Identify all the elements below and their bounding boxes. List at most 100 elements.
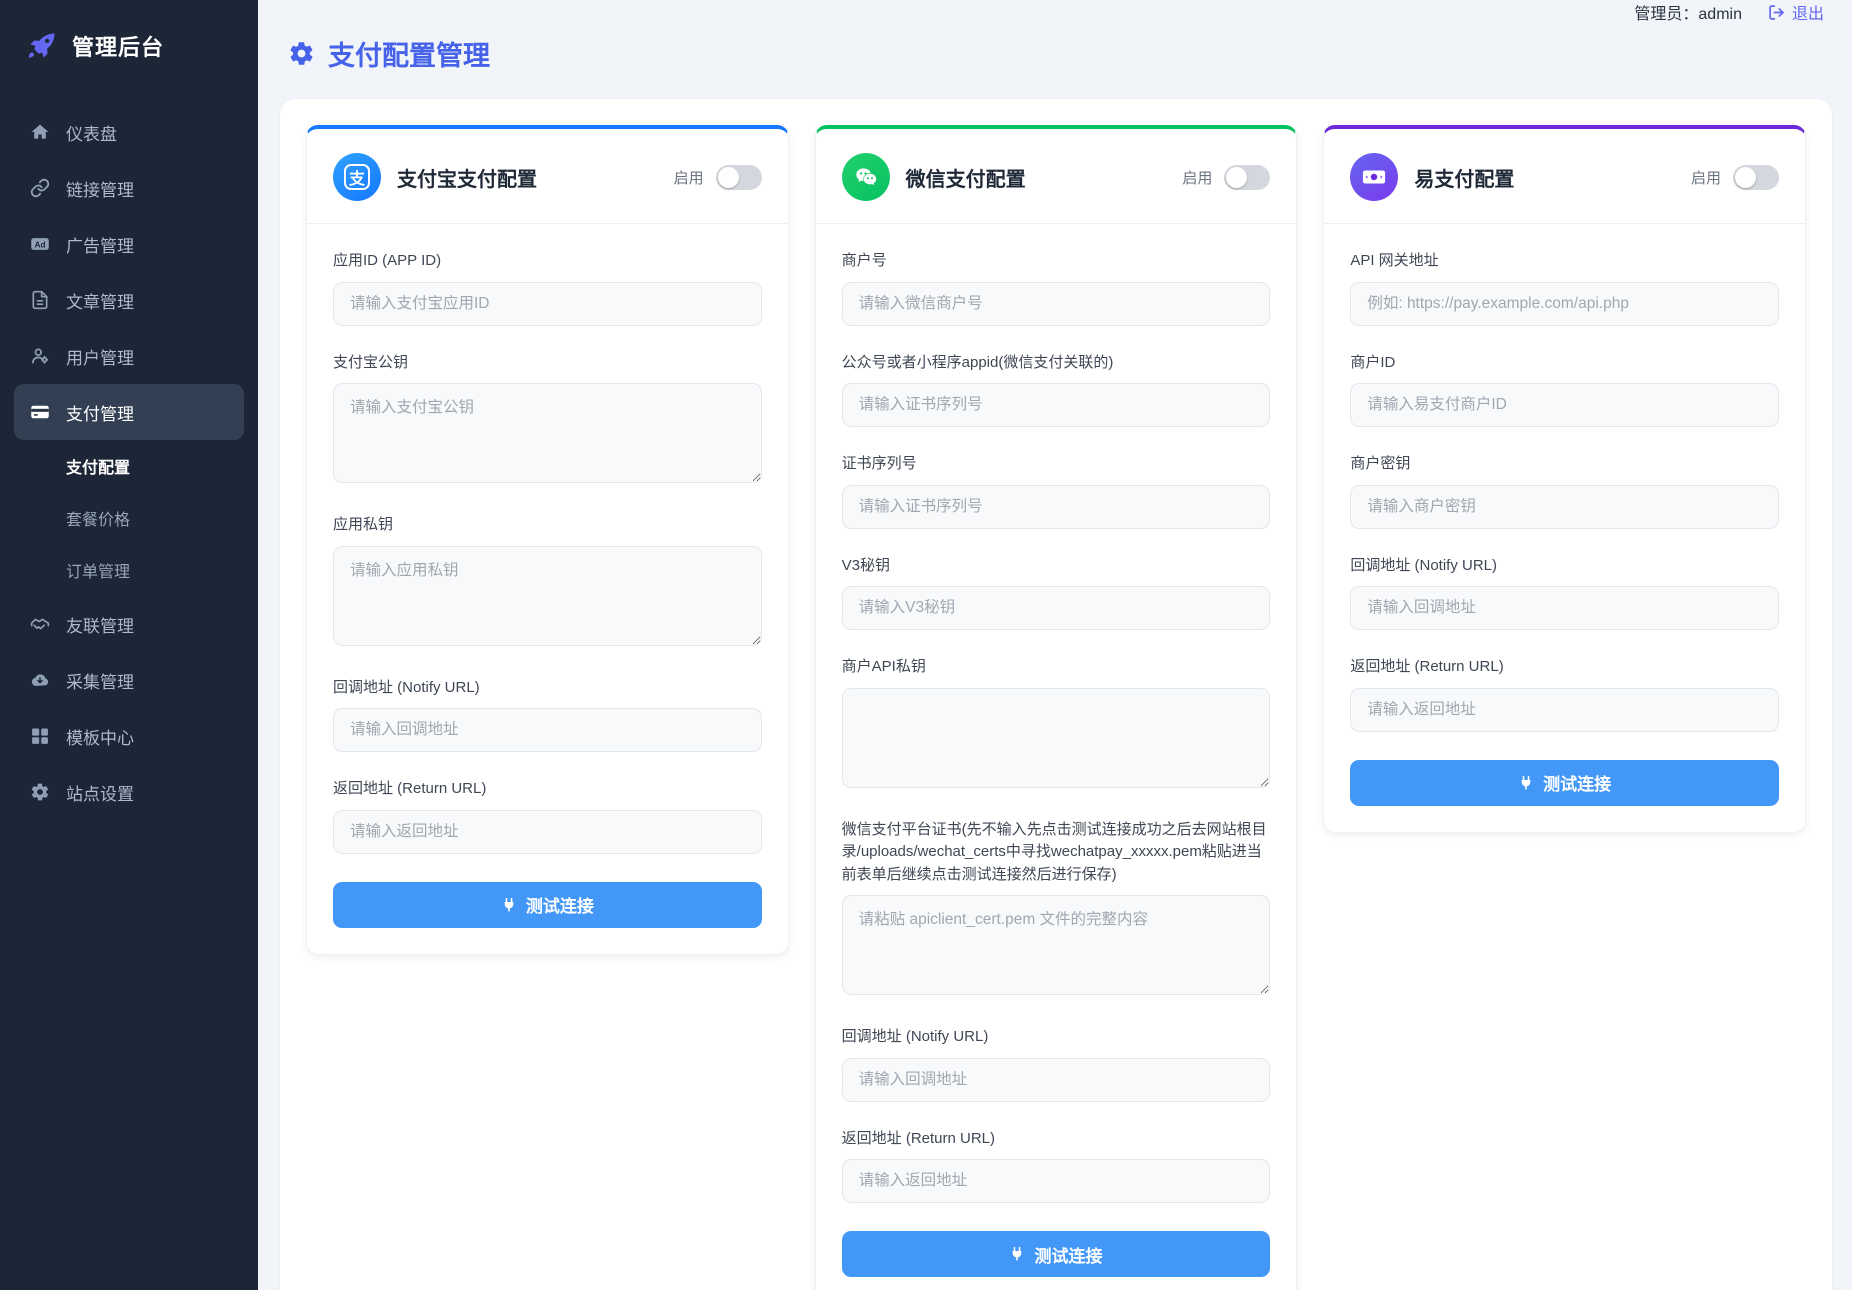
sidebar-item[interactable]: 文章管理 bbox=[14, 272, 244, 328]
form-group: 应用ID (APP ID) bbox=[333, 250, 762, 326]
field-input[interactable] bbox=[1350, 485, 1779, 529]
card-title: 支付宝支付配置 bbox=[397, 163, 658, 192]
field-input[interactable] bbox=[333, 810, 762, 854]
sidebar-item-label: 采集管理 bbox=[66, 668, 134, 693]
field-label: 返回地址 (Return URL) bbox=[842, 1128, 1271, 1151]
field-label: 微信支付平台证书(先不输入先点击测试连接成功之后去网站根目录/uploads/w… bbox=[842, 819, 1271, 887]
sidebar-item-label: 仪表盘 bbox=[66, 120, 117, 145]
field-textarea[interactable] bbox=[842, 688, 1271, 788]
field-textarea[interactable] bbox=[333, 383, 762, 483]
article-icon bbox=[30, 290, 50, 310]
sidebar-item[interactable]: 支付管理 bbox=[14, 384, 244, 440]
field-input[interactable] bbox=[333, 708, 762, 752]
rocket-logo-icon bbox=[26, 30, 58, 62]
sidebar-subitem[interactable]: 订单管理 bbox=[0, 544, 258, 596]
form-group: 应用私钥 bbox=[333, 514, 762, 651]
form-group: API 网关地址 bbox=[1350, 250, 1779, 326]
card-title: 易支付配置 bbox=[1414, 163, 1675, 192]
gear-icon bbox=[30, 782, 50, 802]
field-label: 回调地址 (Notify URL) bbox=[842, 1026, 1271, 1049]
test-connection-button[interactable]: 测试连接 bbox=[1350, 760, 1779, 806]
form-group: 回调地址 (Notify URL) bbox=[333, 677, 762, 753]
form-group: 证书序列号 bbox=[842, 453, 1271, 529]
logout-icon bbox=[1768, 4, 1785, 21]
handshake-icon bbox=[30, 614, 50, 634]
sidebar-item-label: 用户管理 bbox=[66, 344, 134, 369]
field-label: 回调地址 (Notify URL) bbox=[333, 677, 762, 700]
sidebar-item[interactable]: 友联管理 bbox=[14, 596, 244, 652]
field-label: 商户ID bbox=[1350, 352, 1779, 375]
card-body: 应用ID (APP ID)支付宝公钥应用私钥回调地址 (Notify URL)返… bbox=[307, 224, 788, 954]
sidebar-subitem[interactable]: 套餐价格 bbox=[0, 492, 258, 544]
sidebar-item-label: 文章管理 bbox=[66, 288, 134, 313]
field-input[interactable] bbox=[842, 1159, 1271, 1203]
sidebar-item[interactable]: 采集管理 bbox=[14, 652, 244, 708]
field-label: 公众号或者小程序appid(微信支付关联的) bbox=[842, 352, 1271, 375]
field-input[interactable] bbox=[1350, 383, 1779, 427]
field-textarea[interactable] bbox=[333, 546, 762, 646]
logout-label: 退出 bbox=[1792, 0, 1824, 24]
card-header: 易支付配置启用 bbox=[1324, 129, 1805, 224]
topbar: 管理员：admin 退出 bbox=[258, 0, 1852, 24]
enable-toggle[interactable] bbox=[716, 165, 762, 190]
test-connection-button[interactable]: 测试连接 bbox=[333, 882, 762, 928]
field-input[interactable] bbox=[842, 485, 1271, 529]
sidebar-item[interactable]: 站点设置 bbox=[14, 764, 244, 820]
sidebar-item-label: 模板中心 bbox=[66, 724, 134, 749]
form-group: 商户号 bbox=[842, 250, 1271, 326]
card-header: 支支付宝支付配置启用 bbox=[307, 129, 788, 224]
sidebar: 管理后台 仪表盘链接管理Ad广告管理文章管理用户管理支付管理支付配置套餐价格订单… bbox=[0, 0, 258, 1290]
form-group: 公众号或者小程序appid(微信支付关联的) bbox=[842, 352, 1271, 428]
form-group: 回调地址 (Notify URL) bbox=[1350, 555, 1779, 631]
enable-control: 启用 bbox=[1691, 165, 1779, 190]
field-label: API 网关地址 bbox=[1350, 250, 1779, 273]
form-group: 商户API私钥 bbox=[842, 656, 1271, 793]
sidebar-item-label: 友联管理 bbox=[66, 612, 134, 637]
cloud-icon bbox=[30, 670, 50, 690]
field-input[interactable] bbox=[842, 282, 1271, 326]
field-label: V3秘钥 bbox=[842, 555, 1271, 578]
sidebar-item-label: 站点设置 bbox=[66, 780, 134, 805]
alipay-card: 支支付宝支付配置启用应用ID (APP ID) 支付宝公钥应用私钥回调地址 (No… bbox=[306, 125, 789, 955]
brand: 管理后台 bbox=[0, 0, 258, 88]
field-textarea[interactable] bbox=[842, 895, 1271, 995]
field-input[interactable] bbox=[842, 383, 1271, 427]
wechat-card: 微信支付配置启用商户号公众号或者小程序appid(微信支付关联的)证书序列号V3… bbox=[815, 125, 1298, 1290]
sidebar-item[interactable]: 模板中心 bbox=[14, 708, 244, 764]
card-body: API 网关地址商户ID 商户密钥回调地址 (Notify URL) 返回地址 (R… bbox=[1324, 224, 1805, 832]
link-icon bbox=[30, 178, 50, 198]
test-connection-label: 测试连接 bbox=[1543, 770, 1611, 795]
users-icon bbox=[30, 346, 50, 366]
test-connection-button[interactable]: 测试连接 bbox=[842, 1231, 1271, 1277]
enable-toggle[interactable] bbox=[1224, 165, 1270, 190]
enable-toggle[interactable] bbox=[1733, 165, 1779, 190]
field-label: 商户API私钥 bbox=[842, 656, 1271, 679]
plug-icon bbox=[1518, 775, 1534, 791]
field-input[interactable] bbox=[1350, 688, 1779, 732]
gear-icon bbox=[288, 40, 315, 67]
admin-label: 管理员： bbox=[1634, 6, 1698, 23]
sidebar-item[interactable]: 用户管理 bbox=[14, 328, 244, 384]
field-label: 支付宝公钥 bbox=[333, 352, 762, 375]
form-group: 商户密钥 bbox=[1350, 453, 1779, 529]
logout-button[interactable]: 退出 bbox=[1768, 0, 1824, 24]
field-label: 返回地址 (Return URL) bbox=[1350, 656, 1779, 679]
main-content: 管理员：admin 退出 支付配置管理 支支付宝支付配置启用应用ID (APP … bbox=[258, 0, 1852, 1290]
plug-icon bbox=[1009, 1246, 1025, 1262]
sidebar-subitem[interactable]: 支付配置 bbox=[0, 440, 258, 492]
form-group: 返回地址 (Return URL) bbox=[1350, 656, 1779, 732]
enable-control: 启用 bbox=[1182, 165, 1270, 190]
field-input[interactable] bbox=[1350, 586, 1779, 630]
sidebar-nav: 仪表盘链接管理Ad广告管理文章管理用户管理支付管理支付配置套餐价格订单管理友联管… bbox=[0, 104, 258, 820]
enable-label: 启用 bbox=[1691, 167, 1721, 188]
test-connection-label: 测试连接 bbox=[1034, 1242, 1102, 1267]
sidebar-item[interactable]: Ad广告管理 bbox=[14, 216, 244, 272]
sidebar-item[interactable]: 链接管理 bbox=[14, 160, 244, 216]
field-input[interactable] bbox=[842, 586, 1271, 630]
brand-name: 管理后台 bbox=[72, 30, 164, 62]
sidebar-item[interactable]: 仪表盘 bbox=[14, 104, 244, 160]
field-input[interactable] bbox=[842, 1058, 1271, 1102]
enable-label: 启用 bbox=[1182, 167, 1212, 188]
field-input[interactable] bbox=[333, 282, 762, 326]
field-input[interactable] bbox=[1350, 282, 1779, 326]
